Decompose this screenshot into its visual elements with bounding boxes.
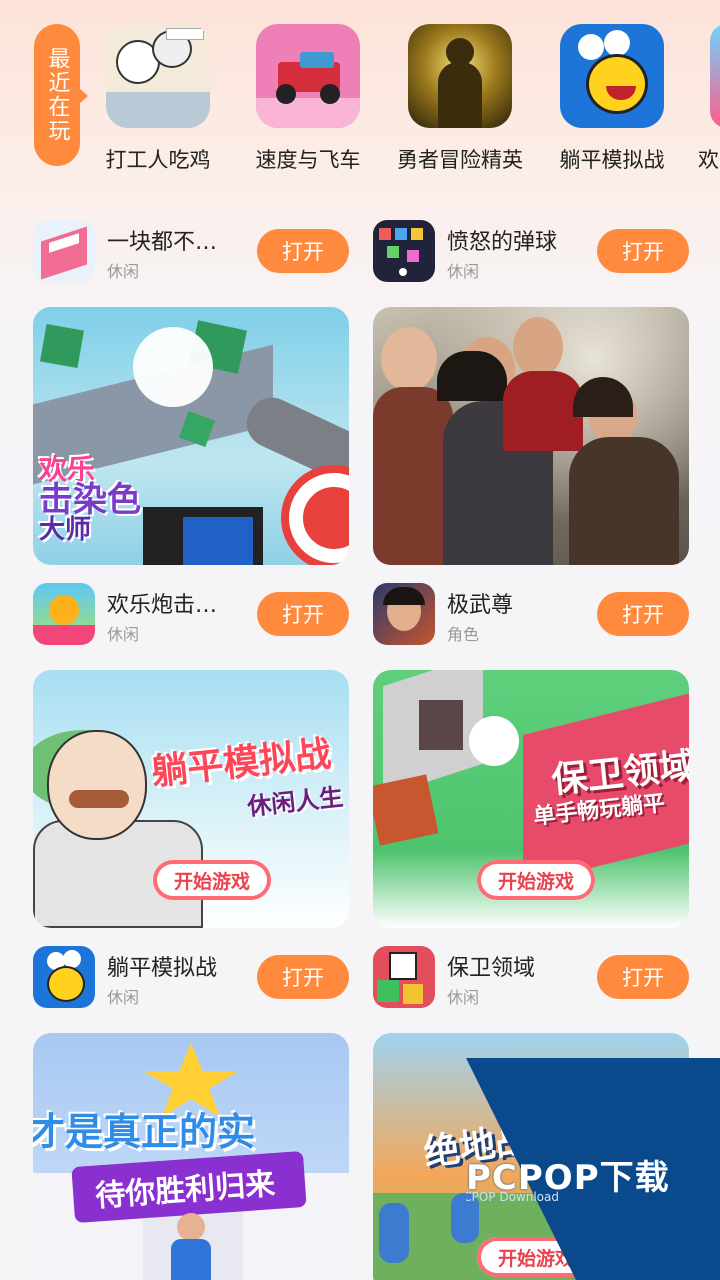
recent-playing-tag: 最近在玩: [34, 24, 88, 166]
app-category: 休闲: [447, 262, 480, 281]
app-icon-baowei: [373, 946, 435, 1008]
start-game-button[interactable]: 开始游戏: [153, 860, 271, 900]
app-category: 休闲: [107, 262, 140, 281]
recent-item-2[interactable]: 速度与飞车: [233, 24, 383, 174]
app-row-jiwuzun[interactable]: 极武尊 角色 打开: [373, 583, 689, 647]
banner-shizai[interactable]: 才是真正的实 待你胜利归来: [33, 1033, 349, 1280]
open-button[interactable]: 打开: [257, 592, 349, 636]
app-name: 保卫领域: [447, 956, 536, 981]
watermark-overlay: PCPOP下载 PCPOP Download: [466, 1058, 720, 1280]
app-row-yikuai[interactable]: 一块都不… 休闲 打开: [33, 220, 349, 284]
recent-item-3[interactable]: 勇者冒险精英: [385, 24, 535, 174]
start-game-button[interactable]: 开始游戏: [477, 860, 595, 900]
game-icon-yongzhe: [408, 24, 512, 128]
game-icon-huanle: [710, 24, 720, 128]
open-button[interactable]: 打开: [597, 592, 689, 636]
banner-baowei[interactable]: 保卫领域 单手畅玩躺平 开始游戏: [373, 670, 689, 928]
recent-item-4[interactable]: 躺平模拟战: [537, 24, 687, 174]
app-row-baowei[interactable]: 保卫领域 休闲 打开: [373, 946, 689, 1010]
recent-item-name: 速度与飞车: [255, 148, 361, 172]
banner-title: 才是真正的实: [33, 1110, 256, 1154]
app-icon-jiwuzun: [373, 583, 435, 645]
app-icon-fennu: [373, 220, 435, 282]
open-button[interactable]: 打开: [597, 229, 689, 273]
open-button[interactable]: 打开: [257, 955, 349, 999]
game-icon-dagongren: [106, 24, 210, 128]
banner-tangping[interactable]: 躺平模拟战 休闲人生 开始游戏: [33, 670, 349, 928]
recent-item-name: 躺平模拟战: [559, 148, 665, 172]
app-icon-huanle: [33, 583, 95, 645]
app-icon-tangping: [33, 946, 95, 1008]
recent-item-5[interactable]: 欢: [686, 24, 720, 174]
app-row-huanle[interactable]: 欢乐炮击… 休闲 打开: [33, 583, 349, 647]
app-category: 角色: [447, 625, 480, 644]
app-name: 欢乐炮击…: [107, 593, 218, 618]
app-row-fennu[interactable]: 愤怒的弹球 休闲 打开: [373, 220, 689, 284]
app-icon-yikuai: [33, 220, 95, 282]
recent-item-name: 勇者冒险精英: [397, 148, 523, 172]
app-name: 极武尊: [447, 593, 514, 618]
recent-item-name: 打工人吃鸡: [105, 148, 211, 172]
app-name: 一块都不…: [107, 230, 218, 255]
open-button[interactable]: 打开: [597, 955, 689, 999]
recent-item-name: 欢: [698, 148, 719, 172]
banner-jiwuzun[interactable]: [373, 307, 689, 565]
recent-tag-label: 最近在玩: [44, 47, 70, 143]
recent-item-1[interactable]: 打工人吃鸡: [83, 24, 233, 174]
banner-title: 欢乐 击染色 大师: [39, 455, 141, 546]
banner-title-line2: 击染色: [39, 480, 141, 520]
watermark-sub: PCPOP Download: [466, 1190, 559, 1204]
app-name: 躺平模拟战: [107, 956, 218, 981]
app-category: 休闲: [107, 988, 140, 1007]
app-category: 休闲: [107, 625, 140, 644]
open-button[interactable]: 打开: [257, 229, 349, 273]
banner-huanle-paoji[interactable]: 欢乐 击染色 大师: [33, 307, 349, 565]
app-category: 休闲: [447, 988, 480, 1007]
app-row-tangping[interactable]: 躺平模拟战 休闲 打开: [33, 946, 349, 1010]
app-name: 愤怒的弹球: [447, 230, 558, 255]
game-icon-sudu: [256, 24, 360, 128]
game-icon-tangping: [560, 24, 664, 128]
